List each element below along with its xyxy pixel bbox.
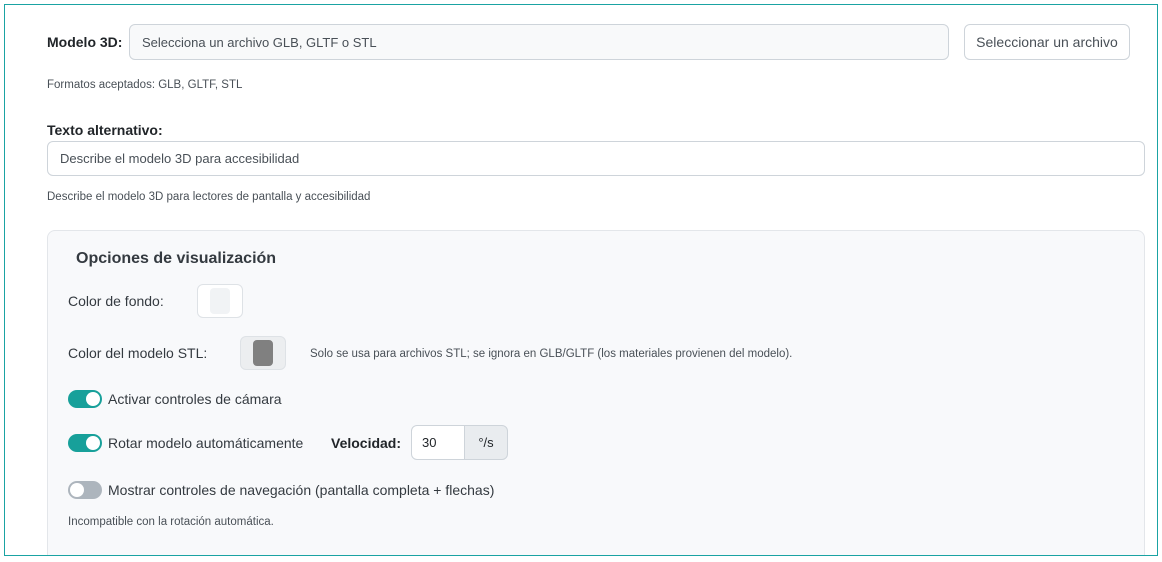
toggle-knob xyxy=(86,436,100,450)
model-formats-help: Formatos aceptados: GLB, GLTF, STL xyxy=(47,79,243,91)
navigation-controls-help: Incompatible con la rotación automática. xyxy=(68,516,274,528)
select-file-button[interactable]: Seleccionar un archivo xyxy=(964,24,1130,60)
camera-controls-label[interactable]: Activar controles de cámara xyxy=(108,391,282,407)
model-file-placeholder: Selecciona un archivo GLB, GLTF o STL xyxy=(142,34,377,50)
auto-rotate-label[interactable]: Rotar modelo automáticamente xyxy=(108,435,303,451)
stl-color-label: Color del modelo STL: xyxy=(68,345,208,361)
speed-label: Velocidad: xyxy=(331,435,402,451)
auto-rotate-toggle[interactable] xyxy=(68,434,102,452)
rotation-speed-value: 30 xyxy=(422,435,437,450)
display-options-card: Opciones de visualización Color de fondo… xyxy=(47,230,1145,555)
background-color-label: Color de fondo: xyxy=(68,293,164,309)
alt-text-label: Texto alternativo: xyxy=(47,122,163,138)
rotation-speed-unit: °/s xyxy=(464,425,508,460)
alt-text-help: Describe el modelo 3D para lectores de p… xyxy=(47,191,371,203)
stl-color-picker[interactable] xyxy=(240,336,286,370)
alt-text-input[interactable]: Describe el modelo 3D para accesibilidad xyxy=(47,141,1145,176)
editor-panel: Modelo 3D: Selecciona un archivo GLB, GL… xyxy=(4,4,1158,556)
display-options-title: Opciones de visualización xyxy=(76,250,277,267)
camera-controls-toggle[interactable] xyxy=(68,390,102,408)
model-label: Modelo 3D: xyxy=(47,34,123,50)
toggle-knob xyxy=(70,483,84,497)
navigation-controls-label[interactable]: Mostrar controles de navegación (pantall… xyxy=(108,482,494,498)
toggle-knob xyxy=(86,392,100,406)
navigation-controls-toggle[interactable] xyxy=(68,481,102,499)
alt-text-placeholder: Describe el modelo 3D para accesibilidad xyxy=(60,151,300,166)
model-file-input[interactable]: Selecciona un archivo GLB, GLTF o STL xyxy=(129,24,949,60)
background-color-picker[interactable] xyxy=(197,284,243,318)
background-color-swatch xyxy=(210,288,230,314)
stl-color-help: Solo se usa para archivos STL; se ignora… xyxy=(310,348,793,360)
stl-color-swatch xyxy=(253,340,273,366)
rotation-speed-input[interactable]: 30 xyxy=(411,425,465,460)
